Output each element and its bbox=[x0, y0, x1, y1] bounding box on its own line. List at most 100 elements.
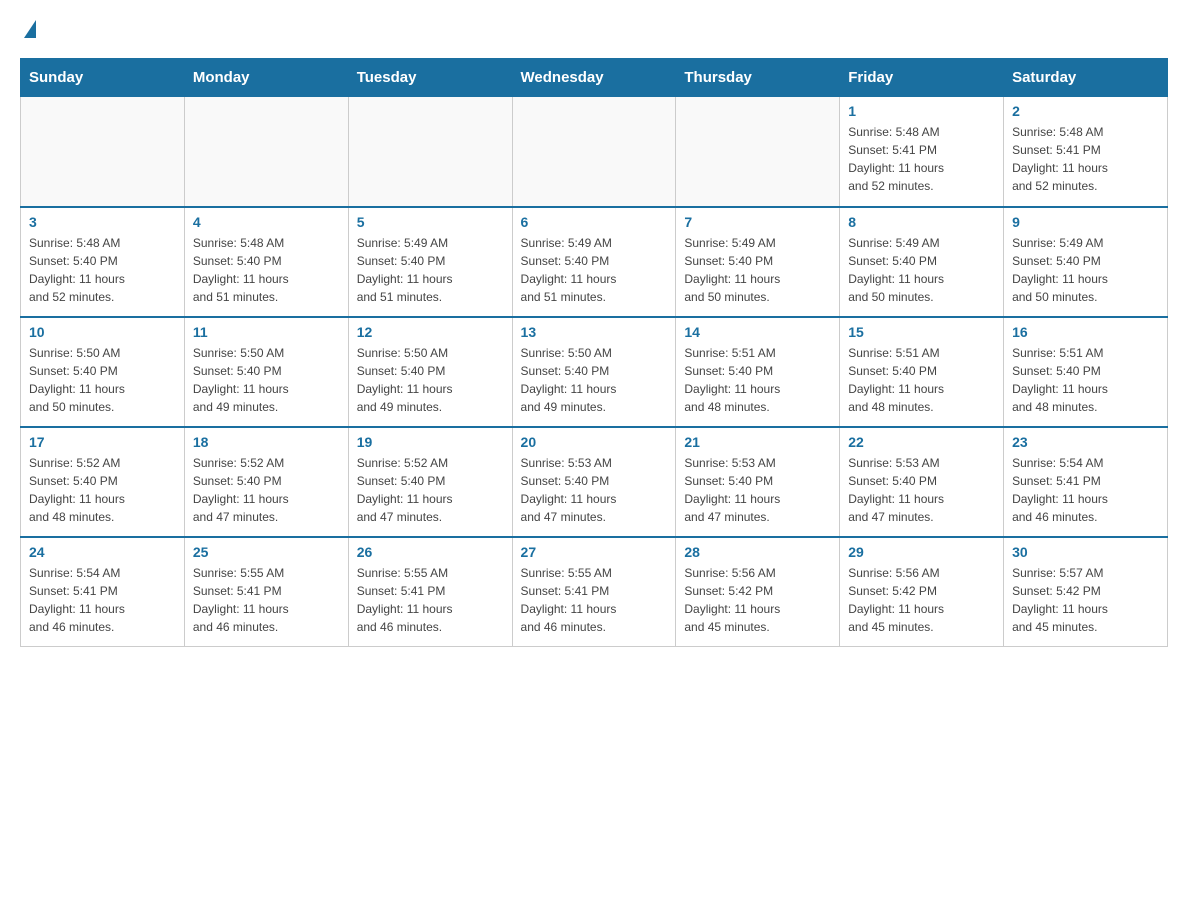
day-info: Sunrise: 5:55 AM Sunset: 5:41 PM Dayligh… bbox=[521, 564, 668, 636]
calendar-cell: 15 Sunrise: 5:51 AM Sunset: 5:40 PM Dayli… bbox=[840, 317, 1004, 427]
day-number: 3 bbox=[29, 214, 176, 230]
day-info: Sunrise: 5:53 AM Sunset: 5:40 PM Dayligh… bbox=[684, 454, 831, 526]
day-number: 14 bbox=[684, 324, 831, 340]
calendar-cell: 1 Sunrise: 5:48 AM Sunset: 5:41 PM Daylig… bbox=[840, 97, 1004, 207]
calendar-cell: 3 Sunrise: 5:48 AM Sunset: 5:40 PM Daylig… bbox=[21, 207, 185, 317]
calendar-cell bbox=[184, 97, 348, 207]
day-info: Sunrise: 5:53 AM Sunset: 5:40 PM Dayligh… bbox=[521, 454, 668, 526]
day-info: Sunrise: 5:48 AM Sunset: 5:40 PM Dayligh… bbox=[193, 234, 340, 306]
calendar-cell: 27Sunrise: 5:55 AM Sunset: 5:41 PM Dayli… bbox=[512, 537, 676, 647]
calendar-cell: 17Sunrise: 5:52 AM Sunset: 5:40 PM Dayli… bbox=[21, 427, 185, 537]
calendar-cell: 8Sunrise: 5:49 AM Sunset: 5:40 PM Daylig… bbox=[840, 207, 1004, 317]
week-row-1: 1 Sunrise: 5:48 AM Sunset: 5:41 PM Daylig… bbox=[21, 97, 1168, 207]
day-number: 28 bbox=[684, 544, 831, 560]
day-info: Sunrise: 5:49 AM Sunset: 5:40 PM Dayligh… bbox=[1012, 234, 1159, 306]
day-number: 25 bbox=[193, 544, 340, 560]
calendar-cell: 4 Sunrise: 5:48 AM Sunset: 5:40 PM Daylig… bbox=[184, 207, 348, 317]
day-info: Sunrise: 5:53 AM Sunset: 5:40 PM Dayligh… bbox=[848, 454, 995, 526]
day-number: 16 bbox=[1012, 324, 1159, 340]
calendar-cell: 12 Sunrise: 5:50 AM Sunset: 5:40 PM Dayli… bbox=[348, 317, 512, 427]
day-info: Sunrise: 5:54 AM Sunset: 5:41 PM Dayligh… bbox=[29, 564, 176, 636]
day-number: 19 bbox=[357, 434, 504, 450]
day-number: 7 bbox=[684, 214, 831, 230]
day-number: 1 bbox=[848, 103, 995, 119]
day-info: Sunrise: 5:49 AM Sunset: 5:40 PM Dayligh… bbox=[684, 234, 831, 306]
day-number: 12 bbox=[357, 324, 504, 340]
day-number: 11 bbox=[193, 324, 340, 340]
day-info: Sunrise: 5:48 AM Sunset: 5:40 PM Dayligh… bbox=[29, 234, 176, 306]
day-info: Sunrise: 5:49 AM Sunset: 5:40 PM Dayligh… bbox=[357, 234, 504, 306]
calendar-cell: 18 Sunrise: 5:52 AM Sunset: 5:40 PM Dayli… bbox=[184, 427, 348, 537]
calendar-cell: 16 Sunrise: 5:51 AM Sunset: 5:40 PM Dayli… bbox=[1004, 317, 1168, 427]
day-info: Sunrise: 5:54 AM Sunset: 5:41 PM Dayligh… bbox=[1012, 454, 1159, 526]
calendar-cell bbox=[348, 97, 512, 207]
calendar-cell: 26Sunrise: 5:55 AM Sunset: 5:41 PM Dayli… bbox=[348, 537, 512, 647]
day-info: Sunrise: 5:51 AM Sunset: 5:40 PM Dayligh… bbox=[848, 344, 995, 416]
weekday-header-tuesday: Tuesday bbox=[348, 59, 512, 97]
day-number: 18 bbox=[193, 434, 340, 450]
page-header bbox=[20, 20, 1168, 38]
day-info: Sunrise: 5:50 AM Sunset: 5:40 PM Dayligh… bbox=[29, 344, 176, 416]
calendar-cell: 2 Sunrise: 5:48 AM Sunset: 5:41 PM Daylig… bbox=[1004, 97, 1168, 207]
calendar-cell: 23 Sunrise: 5:54 AM Sunset: 5:41 PM Dayli… bbox=[1004, 427, 1168, 537]
day-info: Sunrise: 5:55 AM Sunset: 5:41 PM Dayligh… bbox=[193, 564, 340, 636]
logo-triangle-icon bbox=[24, 20, 36, 38]
day-info: Sunrise: 5:50 AM Sunset: 5:40 PM Dayligh… bbox=[357, 344, 504, 416]
day-info: Sunrise: 5:48 AM Sunset: 5:41 PM Dayligh… bbox=[848, 123, 995, 195]
weekday-header-thursday: Thursday bbox=[676, 59, 840, 97]
calendar-cell: 14 Sunrise: 5:51 AM Sunset: 5:40 PM Dayli… bbox=[676, 317, 840, 427]
day-number: 10 bbox=[29, 324, 176, 340]
calendar-cell: 28Sunrise: 5:56 AM Sunset: 5:42 PM Dayli… bbox=[676, 537, 840, 647]
week-row-2: 3 Sunrise: 5:48 AM Sunset: 5:40 PM Daylig… bbox=[21, 207, 1168, 317]
day-number: 2 bbox=[1012, 103, 1159, 119]
day-number: 30 bbox=[1012, 544, 1159, 560]
calendar-cell: 5Sunrise: 5:49 AM Sunset: 5:40 PM Daylig… bbox=[348, 207, 512, 317]
calendar-cell: 6 Sunrise: 5:49 AM Sunset: 5:40 PM Daylig… bbox=[512, 207, 676, 317]
week-row-3: 10 Sunrise: 5:50 AM Sunset: 5:40 PM Dayli… bbox=[21, 317, 1168, 427]
weekday-header-saturday: Saturday bbox=[1004, 59, 1168, 97]
calendar-cell: 25 Sunrise: 5:55 AM Sunset: 5:41 PM Dayli… bbox=[184, 537, 348, 647]
calendar-cell: 29 Sunrise: 5:56 AM Sunset: 5:42 PM Dayli… bbox=[840, 537, 1004, 647]
weekday-header-monday: Monday bbox=[184, 59, 348, 97]
day-info: Sunrise: 5:50 AM Sunset: 5:40 PM Dayligh… bbox=[193, 344, 340, 416]
day-info: Sunrise: 5:48 AM Sunset: 5:41 PM Dayligh… bbox=[1012, 123, 1159, 195]
day-info: Sunrise: 5:51 AM Sunset: 5:40 PM Dayligh… bbox=[684, 344, 831, 416]
calendar-table: SundayMondayTuesdayWednesdayThursdayFrid… bbox=[20, 58, 1168, 647]
day-number: 21 bbox=[684, 434, 831, 450]
weekday-header-wednesday: Wednesday bbox=[512, 59, 676, 97]
logo bbox=[20, 20, 36, 38]
calendar-cell: 20 Sunrise: 5:53 AM Sunset: 5:40 PM Dayli… bbox=[512, 427, 676, 537]
calendar-cell: 24 Sunrise: 5:54 AM Sunset: 5:41 PM Dayli… bbox=[21, 537, 185, 647]
day-info: Sunrise: 5:50 AM Sunset: 5:40 PM Dayligh… bbox=[521, 344, 668, 416]
day-number: 9 bbox=[1012, 214, 1159, 230]
calendar-cell bbox=[21, 97, 185, 207]
week-row-4: 17Sunrise: 5:52 AM Sunset: 5:40 PM Dayli… bbox=[21, 427, 1168, 537]
day-info: Sunrise: 5:49 AM Sunset: 5:40 PM Dayligh… bbox=[848, 234, 995, 306]
day-number: 15 bbox=[848, 324, 995, 340]
calendar-cell: 19 Sunrise: 5:52 AM Sunset: 5:40 PM Dayli… bbox=[348, 427, 512, 537]
day-number: 24 bbox=[29, 544, 176, 560]
day-number: 20 bbox=[521, 434, 668, 450]
calendar-cell bbox=[676, 97, 840, 207]
calendar-cell: 22 Sunrise: 5:53 AM Sunset: 5:40 PM Dayli… bbox=[840, 427, 1004, 537]
day-number: 4 bbox=[193, 214, 340, 230]
weekday-header-row: SundayMondayTuesdayWednesdayThursdayFrid… bbox=[21, 59, 1168, 97]
day-number: 23 bbox=[1012, 434, 1159, 450]
day-number: 22 bbox=[848, 434, 995, 450]
calendar-cell: 7 Sunrise: 5:49 AM Sunset: 5:40 PM Daylig… bbox=[676, 207, 840, 317]
calendar-cell: 13Sunrise: 5:50 AM Sunset: 5:40 PM Dayli… bbox=[512, 317, 676, 427]
day-number: 6 bbox=[521, 214, 668, 230]
calendar-cell: 30 Sunrise: 5:57 AM Sunset: 5:42 PM Dayli… bbox=[1004, 537, 1168, 647]
day-info: Sunrise: 5:49 AM Sunset: 5:40 PM Dayligh… bbox=[521, 234, 668, 306]
day-info: Sunrise: 5:57 AM Sunset: 5:42 PM Dayligh… bbox=[1012, 564, 1159, 636]
day-info: Sunrise: 5:52 AM Sunset: 5:40 PM Dayligh… bbox=[193, 454, 340, 526]
day-info: Sunrise: 5:51 AM Sunset: 5:40 PM Dayligh… bbox=[1012, 344, 1159, 416]
day-info: Sunrise: 5:52 AM Sunset: 5:40 PM Dayligh… bbox=[29, 454, 176, 526]
week-row-5: 24 Sunrise: 5:54 AM Sunset: 5:41 PM Dayli… bbox=[21, 537, 1168, 647]
day-number: 29 bbox=[848, 544, 995, 560]
day-number: 26 bbox=[357, 544, 504, 560]
calendar-cell: 9 Sunrise: 5:49 AM Sunset: 5:40 PM Daylig… bbox=[1004, 207, 1168, 317]
day-info: Sunrise: 5:56 AM Sunset: 5:42 PM Dayligh… bbox=[848, 564, 995, 636]
calendar-cell bbox=[512, 97, 676, 207]
day-info: Sunrise: 5:52 AM Sunset: 5:40 PM Dayligh… bbox=[357, 454, 504, 526]
